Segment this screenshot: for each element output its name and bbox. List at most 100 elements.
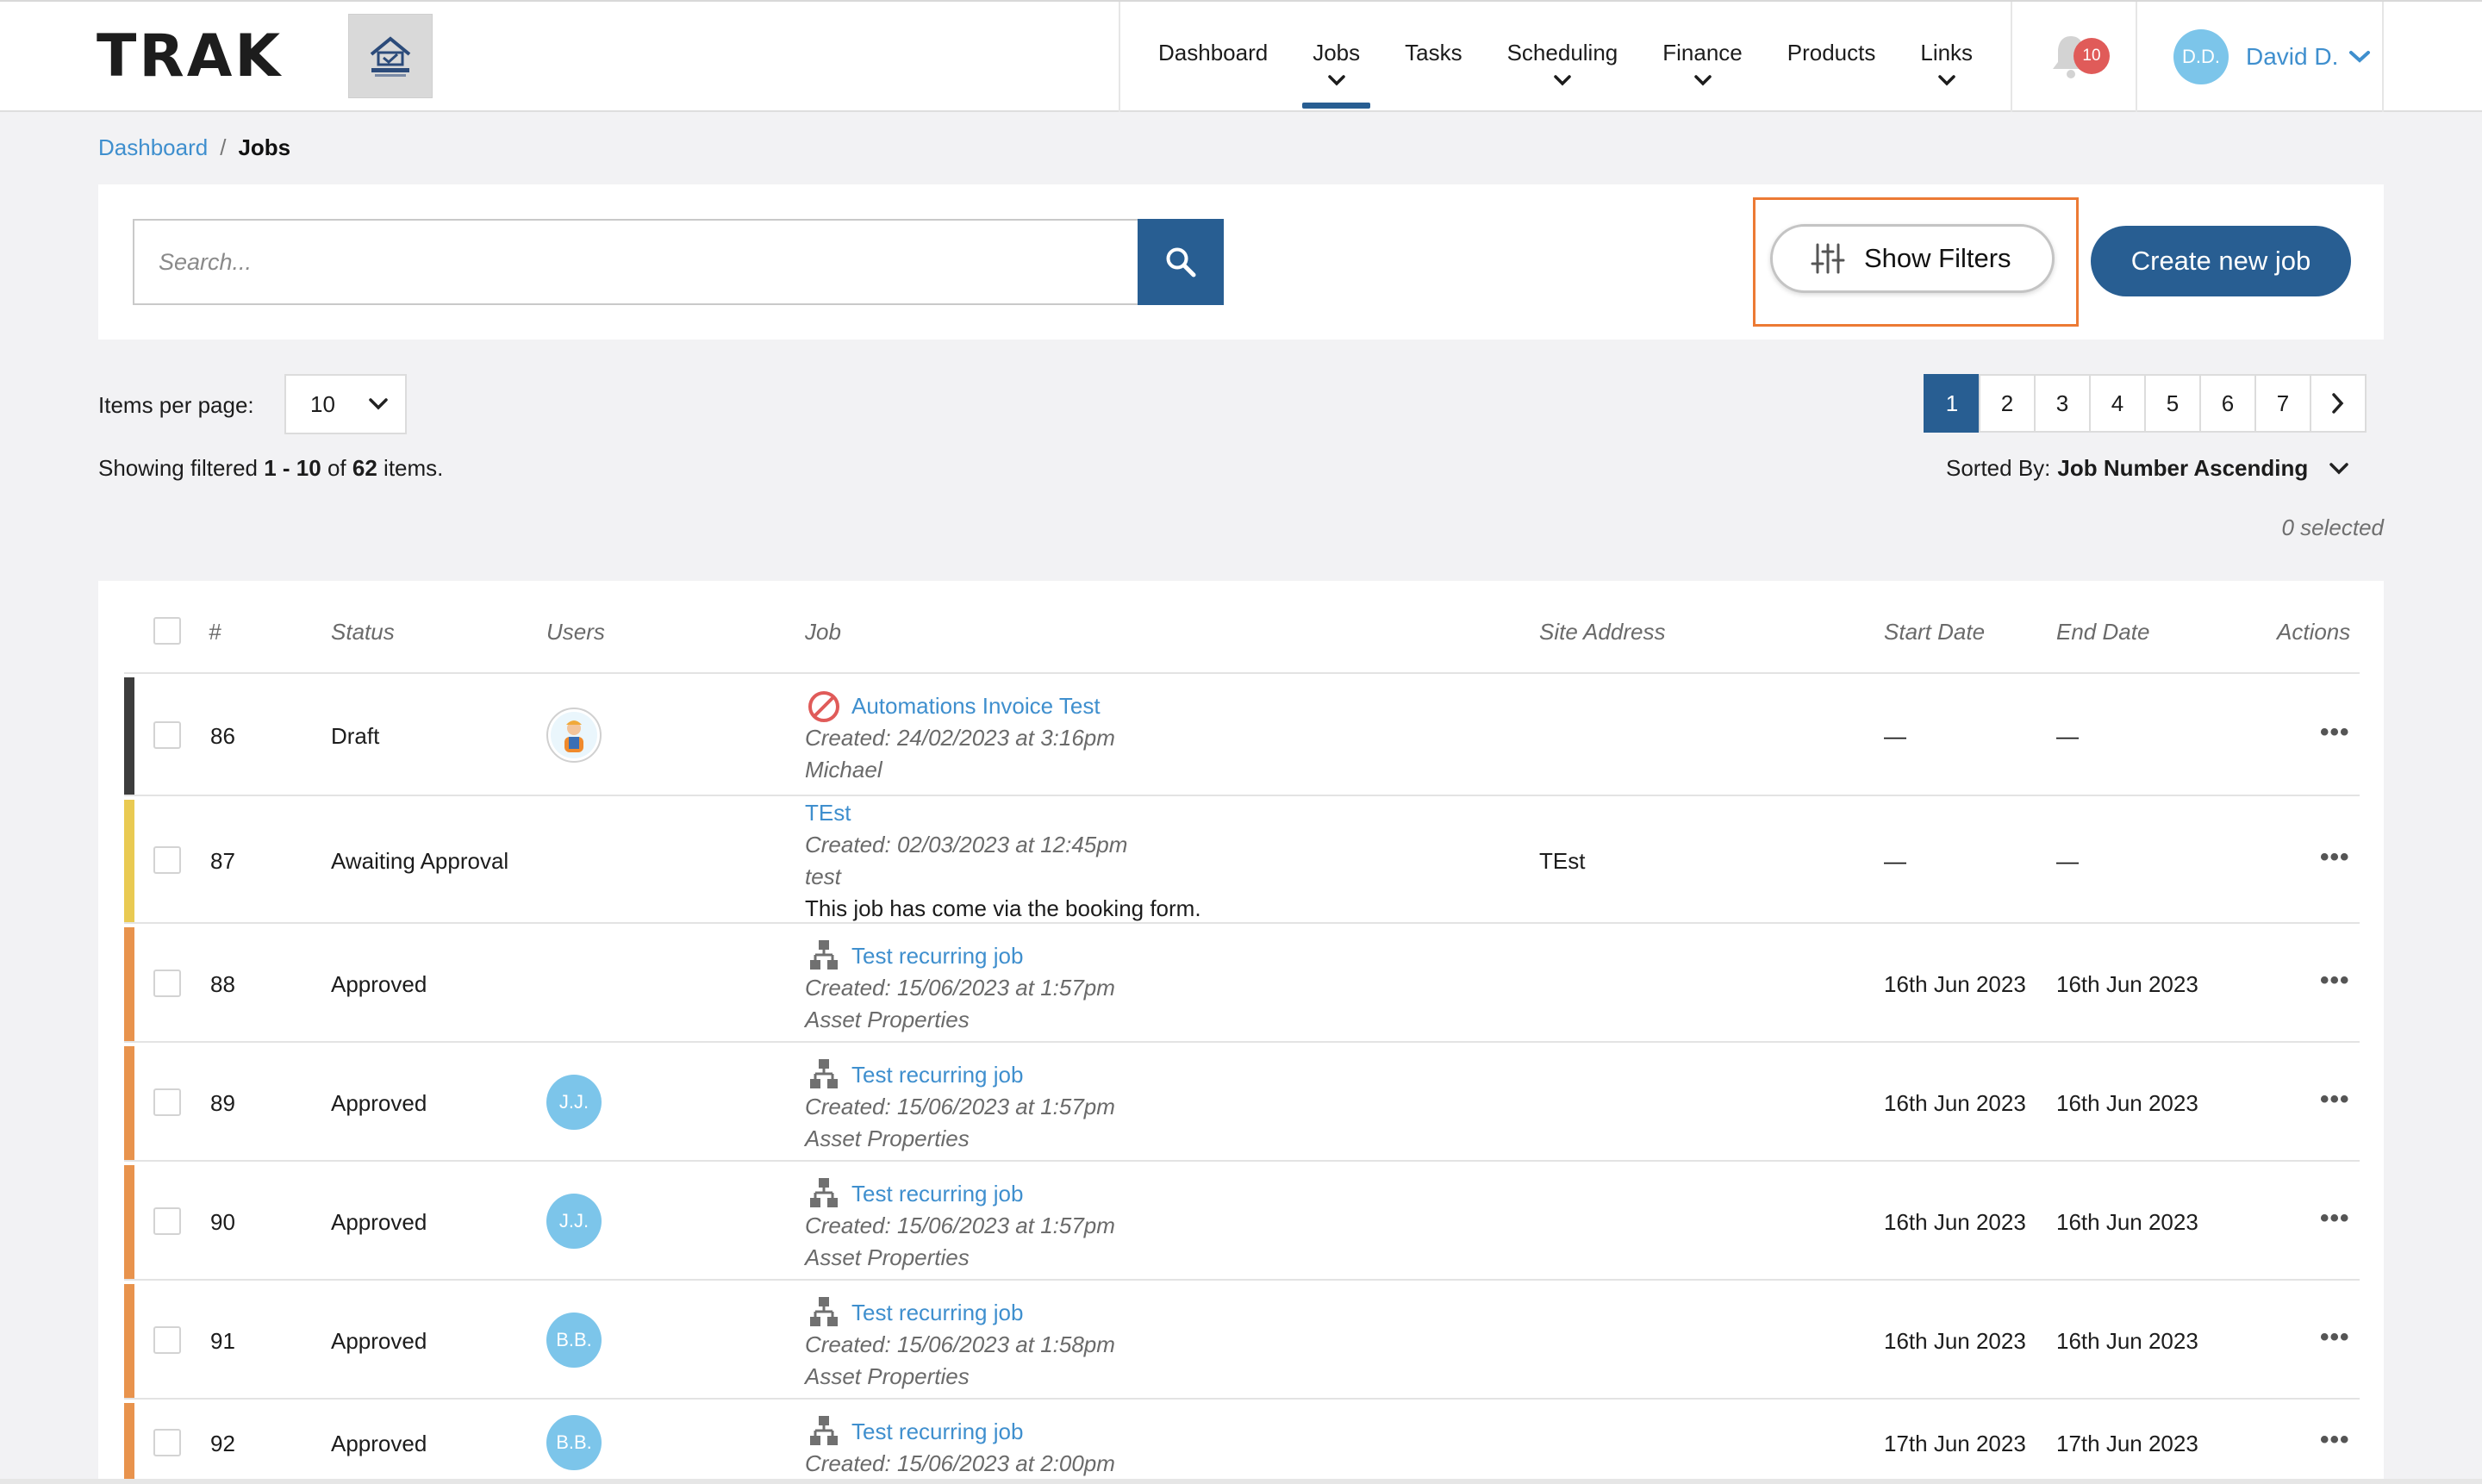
job-number: 88 — [210, 971, 235, 997]
job-number: 92 — [210, 1431, 235, 1456]
nav-item-tasks[interactable]: Tasks — [1382, 2, 1484, 112]
column-header-status[interactable]: Status — [331, 619, 395, 645]
worker-avatar-icon — [551, 712, 597, 758]
row-actions-menu[interactable]: ••• — [2320, 966, 2350, 995]
sort-label: Sorted By: — [1946, 455, 2051, 481]
row-actions-menu[interactable]: ••• — [2320, 718, 2350, 747]
chevron-down-icon[interactable] — [2348, 50, 2371, 64]
top-navigation-bar: TRAK Dashboard Jobs Tasks Scheduling Finance… — [0, 0, 2482, 112]
sort-dropdown[interactable]: Sorted By: Job Number Ascending — [1946, 455, 2349, 482]
table-row[interactable]: 92 Approved B.B. Test recurring job Created:… — [124, 1400, 2360, 1484]
job-title-link[interactable]: Test recurring job — [851, 1419, 1023, 1445]
nav-item-links[interactable]: Links — [1898, 2, 1995, 112]
job-title-link[interactable]: Automations Invoice Test — [851, 693, 1101, 720]
row-actions-menu[interactable]: ••• — [2320, 1323, 2350, 1352]
nav-item-label: Links — [1920, 40, 1974, 65]
nav-item-products[interactable]: Products — [1765, 2, 1899, 112]
breadcrumb-current: Jobs — [238, 134, 291, 160]
handyman-logo-icon — [370, 36, 411, 77]
job-title-link[interactable]: Test recurring job — [851, 943, 1023, 970]
job-subtitle: Asset Properties — [805, 1007, 970, 1032]
row-actions-menu[interactable]: ••• — [2320, 1085, 2350, 1114]
recurring-job-icon — [807, 1057, 841, 1095]
page-button-5[interactable]: 5 — [2144, 374, 2201, 433]
job-created: Created: 24/02/2023 at 3:16pm — [805, 725, 1115, 751]
page-button-1[interactable]: 1 — [1924, 374, 1980, 433]
table-row[interactable]: 88 Approved Test recurring job Created: 15/… — [124, 924, 2360, 1043]
column-header-site-address[interactable]: Site Address — [1539, 619, 1665, 645]
column-header-start-date[interactable]: Start Date — [1884, 619, 1985, 645]
row-actions-menu[interactable]: ••• — [2320, 1425, 2350, 1455]
search-input[interactable] — [133, 219, 1139, 305]
row-checkbox[interactable] — [153, 1326, 181, 1354]
search-button[interactable] — [1138, 219, 1224, 305]
chevron-down-icon — [1327, 75, 1345, 86]
recurring-job-icon — [807, 1175, 841, 1214]
breadcrumb-dashboard-link[interactable]: Dashboard — [98, 134, 208, 161]
create-new-job-button[interactable]: Create new job — [2091, 226, 2351, 296]
status-color-bar — [124, 1165, 134, 1279]
job-created: Created: 15/06/2023 at 1:57pm — [805, 1094, 1115, 1119]
row-actions-menu[interactable]: ••• — [2320, 1204, 2350, 1233]
page-button-6[interactable]: 6 — [2199, 374, 2256, 433]
column-header-number[interactable]: # — [209, 619, 221, 645]
page-button-3[interactable]: 3 — [2034, 374, 2091, 433]
table-row[interactable]: 86 Draft Automations Invoice Test Created: … — [124, 674, 2360, 796]
app-logo[interactable]: TRAK — [97, 28, 283, 86]
show-filters-button[interactable]: Show Filters — [1770, 224, 2055, 293]
user-name[interactable]: David D. — [2246, 43, 2338, 71]
assigned-user-avatar[interactable] — [546, 708, 602, 763]
chevron-down-icon — [369, 398, 388, 410]
job-title-link[interactable]: Test recurring job — [851, 1300, 1023, 1326]
nav-item-jobs[interactable]: Jobs — [1290, 2, 1382, 112]
start-date: — — [1884, 848, 1906, 874]
table-row[interactable]: 90 Approved J.J. Test recurring job Created:… — [124, 1162, 2360, 1281]
job-title-link[interactable]: Test recurring job — [851, 1062, 1023, 1088]
table-row[interactable]: 89 Approved J.J. Test recurring job Created:… — [124, 1043, 2360, 1162]
column-header-users[interactable]: Users — [546, 619, 605, 645]
end-date: 16th Jun 2023 — [2056, 1328, 2198, 1354]
page-button-7[interactable]: 7 — [2254, 374, 2311, 433]
recurring-job-icon — [807, 1413, 841, 1452]
row-checkbox[interactable] — [153, 1088, 181, 1116]
items-per-page-select[interactable]: 10 — [284, 374, 407, 434]
row-checkbox[interactable] — [153, 970, 181, 997]
next-page-button[interactable] — [2310, 374, 2367, 433]
assigned-user-avatar[interactable]: B.B. — [546, 1415, 602, 1470]
start-date: 16th Jun 2023 — [1884, 1328, 2026, 1354]
table-row[interactable]: 87 Awaiting Approval TEst Created: 02/03/20… — [124, 796, 2360, 924]
company-logo[interactable] — [348, 14, 433, 98]
nav-item-label: Products — [1787, 40, 1876, 65]
assigned-user-avatar[interactable]: J.J. — [546, 1075, 602, 1130]
row-checkbox[interactable] — [153, 846, 181, 874]
job-title-link[interactable]: TEst — [805, 800, 851, 826]
user-menu[interactable]: D.D. David D. — [2137, 2, 2384, 112]
job-subtitle: Asset Properties — [805, 1244, 970, 1270]
page-button-2[interactable]: 2 — [1979, 374, 2036, 433]
select-all-checkbox[interactable] — [153, 617, 181, 645]
nav-item-scheduling[interactable]: Scheduling — [1485, 2, 1641, 112]
status-color-bar — [124, 1284, 134, 1398]
job-status: Awaiting Approval — [331, 848, 509, 874]
row-checkbox[interactable] — [153, 1207, 181, 1235]
job-title-link[interactable]: Test recurring job — [851, 1181, 1023, 1207]
start-date: 16th Jun 2023 — [1884, 1209, 2026, 1235]
assigned-user-avatar[interactable]: J.J. — [546, 1194, 602, 1249]
assigned-user-avatar[interactable]: B.B. — [546, 1313, 602, 1368]
job-status: Approved — [331, 1209, 427, 1235]
row-checkbox[interactable] — [153, 721, 181, 749]
column-header-job[interactable]: Job — [805, 619, 841, 645]
row-actions-menu[interactable]: ••• — [2320, 843, 2350, 872]
page-button-4[interactable]: 4 — [2089, 374, 2146, 433]
column-header-end-date[interactable]: End Date — [2056, 619, 2149, 645]
cancel-icon — [808, 691, 839, 722]
end-date: — — [2056, 723, 2079, 749]
notifications[interactable]: 10 — [2022, 2, 2137, 112]
status-color-bar — [124, 1046, 134, 1160]
start-date: 17th Jun 2023 — [1884, 1431, 2026, 1456]
row-checkbox[interactable] — [153, 1429, 181, 1456]
nav-item-dashboard[interactable]: Dashboard — [1136, 2, 1290, 112]
nav-item-finance[interactable]: Finance — [1640, 2, 1765, 112]
table-row[interactable]: 91 Approved B.B. Test recurring job Created:… — [124, 1281, 2360, 1400]
show-filters-label: Show Filters — [1864, 243, 2011, 273]
